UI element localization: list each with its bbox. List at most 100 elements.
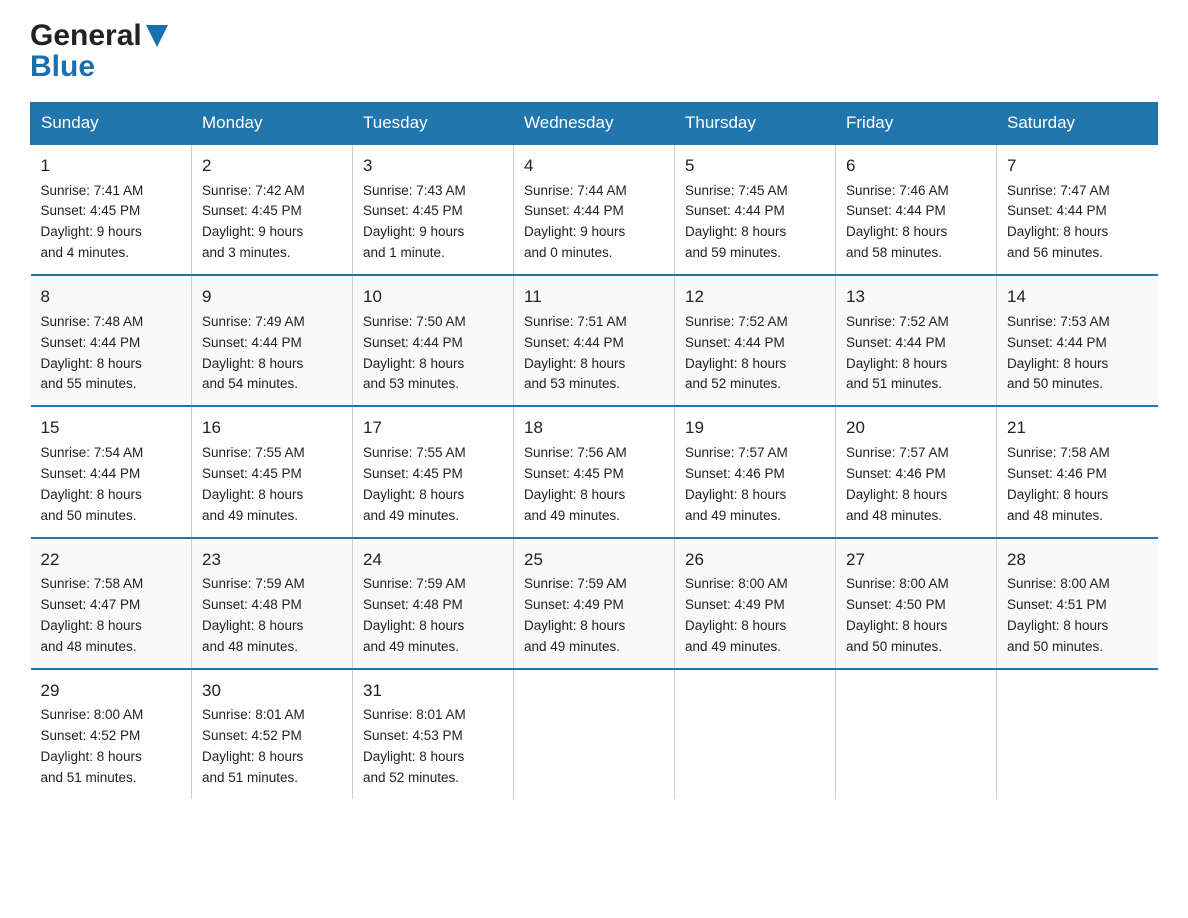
- calendar-week-row: 1 Sunrise: 7:41 AMSunset: 4:45 PMDayligh…: [31, 144, 1158, 275]
- day-info: Sunrise: 7:54 AMSunset: 4:44 PMDaylight:…: [41, 443, 182, 527]
- calendar-cell: 24 Sunrise: 7:59 AMSunset: 4:48 PMDaylig…: [353, 538, 514, 669]
- calendar-cell: 15 Sunrise: 7:54 AMSunset: 4:44 PMDaylig…: [31, 406, 192, 537]
- day-info: Sunrise: 7:57 AMSunset: 4:46 PMDaylight:…: [846, 443, 986, 527]
- day-info: Sunrise: 7:58 AMSunset: 4:47 PMDaylight:…: [41, 574, 182, 658]
- day-number: 15: [41, 415, 182, 441]
- day-number: 28: [1007, 547, 1148, 573]
- calendar-cell: 21 Sunrise: 7:58 AMSunset: 4:46 PMDaylig…: [997, 406, 1158, 537]
- day-info: Sunrise: 7:44 AMSunset: 4:44 PMDaylight:…: [524, 181, 664, 265]
- day-info: Sunrise: 7:53 AMSunset: 4:44 PMDaylight:…: [1007, 312, 1148, 396]
- calendar-cell: 2 Sunrise: 7:42 AMSunset: 4:45 PMDayligh…: [192, 144, 353, 275]
- day-number: 18: [524, 415, 664, 441]
- day-number: 7: [1007, 153, 1148, 179]
- day-number: 10: [363, 284, 503, 310]
- day-number: 16: [202, 415, 342, 441]
- calendar-cell: 26 Sunrise: 8:00 AMSunset: 4:49 PMDaylig…: [675, 538, 836, 669]
- day-info: Sunrise: 7:46 AMSunset: 4:44 PMDaylight:…: [846, 181, 986, 265]
- day-info: Sunrise: 7:47 AMSunset: 4:44 PMDaylight:…: [1007, 181, 1148, 265]
- weekday-header: Friday: [836, 103, 997, 145]
- calendar-cell: 19 Sunrise: 7:57 AMSunset: 4:46 PMDaylig…: [675, 406, 836, 537]
- weekday-header-row: SundayMondayTuesdayWednesdayThursdayFrid…: [31, 103, 1158, 145]
- day-number: 5: [685, 153, 825, 179]
- calendar-week-row: 8 Sunrise: 7:48 AMSunset: 4:44 PMDayligh…: [31, 275, 1158, 406]
- day-info: Sunrise: 7:52 AMSunset: 4:44 PMDaylight:…: [846, 312, 986, 396]
- calendar-cell: 17 Sunrise: 7:55 AMSunset: 4:45 PMDaylig…: [353, 406, 514, 537]
- day-info: Sunrise: 8:00 AMSunset: 4:51 PMDaylight:…: [1007, 574, 1148, 658]
- day-info: Sunrise: 7:58 AMSunset: 4:46 PMDaylight:…: [1007, 443, 1148, 527]
- day-number: 23: [202, 547, 342, 573]
- weekday-header: Saturday: [997, 103, 1158, 145]
- day-info: Sunrise: 7:51 AMSunset: 4:44 PMDaylight:…: [524, 312, 664, 396]
- logo-general-text: General: [30, 21, 142, 51]
- logo-blue-text: Blue: [30, 50, 95, 83]
- day-info: Sunrise: 7:48 AMSunset: 4:44 PMDaylight:…: [41, 312, 182, 396]
- day-number: 27: [846, 547, 986, 573]
- calendar-cell: 31 Sunrise: 8:01 AMSunset: 4:53 PMDaylig…: [353, 669, 514, 799]
- calendar-cell: 14 Sunrise: 7:53 AMSunset: 4:44 PMDaylig…: [997, 275, 1158, 406]
- calendar-cell: 12 Sunrise: 7:52 AMSunset: 4:44 PMDaylig…: [675, 275, 836, 406]
- day-number: 8: [41, 284, 182, 310]
- day-info: Sunrise: 7:41 AMSunset: 4:45 PMDaylight:…: [41, 181, 182, 265]
- day-info: Sunrise: 8:00 AMSunset: 4:52 PMDaylight:…: [41, 705, 182, 789]
- calendar-table: SundayMondayTuesdayWednesdayThursdayFrid…: [30, 102, 1158, 799]
- day-number: 19: [685, 415, 825, 441]
- logo-triangle-icon: [146, 24, 168, 52]
- day-number: 21: [1007, 415, 1148, 441]
- day-info: Sunrise: 7:49 AMSunset: 4:44 PMDaylight:…: [202, 312, 342, 396]
- day-info: Sunrise: 7:55 AMSunset: 4:45 PMDaylight:…: [363, 443, 503, 527]
- day-number: 12: [685, 284, 825, 310]
- day-info: Sunrise: 7:55 AMSunset: 4:45 PMDaylight:…: [202, 443, 342, 527]
- calendar-cell: 25 Sunrise: 7:59 AMSunset: 4:49 PMDaylig…: [514, 538, 675, 669]
- day-number: 11: [524, 284, 664, 310]
- day-number: 9: [202, 284, 342, 310]
- logo: General Blue: [30, 20, 168, 82]
- calendar-cell: 16 Sunrise: 7:55 AMSunset: 4:45 PMDaylig…: [192, 406, 353, 537]
- calendar-cell: 23 Sunrise: 7:59 AMSunset: 4:48 PMDaylig…: [192, 538, 353, 669]
- calendar-cell: 11 Sunrise: 7:51 AMSunset: 4:44 PMDaylig…: [514, 275, 675, 406]
- day-number: 2: [202, 153, 342, 179]
- day-info: Sunrise: 8:01 AMSunset: 4:52 PMDaylight:…: [202, 705, 342, 789]
- calendar-week-row: 22 Sunrise: 7:58 AMSunset: 4:47 PMDaylig…: [31, 538, 1158, 669]
- calendar-cell: 5 Sunrise: 7:45 AMSunset: 4:44 PMDayligh…: [675, 144, 836, 275]
- calendar-cell: 18 Sunrise: 7:56 AMSunset: 4:45 PMDaylig…: [514, 406, 675, 537]
- day-number: 26: [685, 547, 825, 573]
- calendar-week-row: 15 Sunrise: 7:54 AMSunset: 4:44 PMDaylig…: [31, 406, 1158, 537]
- day-number: 3: [363, 153, 503, 179]
- day-info: Sunrise: 8:00 AMSunset: 4:49 PMDaylight:…: [685, 574, 825, 658]
- calendar-cell: [514, 669, 675, 799]
- day-info: Sunrise: 7:52 AMSunset: 4:44 PMDaylight:…: [685, 312, 825, 396]
- calendar-cell: 1 Sunrise: 7:41 AMSunset: 4:45 PMDayligh…: [31, 144, 192, 275]
- day-info: Sunrise: 7:42 AMSunset: 4:45 PMDaylight:…: [202, 181, 342, 265]
- weekday-header: Monday: [192, 103, 353, 145]
- day-number: 13: [846, 284, 986, 310]
- calendar-cell: 27 Sunrise: 8:00 AMSunset: 4:50 PMDaylig…: [836, 538, 997, 669]
- calendar-cell: 3 Sunrise: 7:43 AMSunset: 4:45 PMDayligh…: [353, 144, 514, 275]
- day-number: 14: [1007, 284, 1148, 310]
- day-number: 22: [41, 547, 182, 573]
- calendar-cell: 10 Sunrise: 7:50 AMSunset: 4:44 PMDaylig…: [353, 275, 514, 406]
- weekday-header: Thursday: [675, 103, 836, 145]
- day-number: 24: [363, 547, 503, 573]
- calendar-cell: [836, 669, 997, 799]
- calendar-cell: 13 Sunrise: 7:52 AMSunset: 4:44 PMDaylig…: [836, 275, 997, 406]
- calendar-cell: 9 Sunrise: 7:49 AMSunset: 4:44 PMDayligh…: [192, 275, 353, 406]
- calendar-cell: [675, 669, 836, 799]
- calendar-cell: [997, 669, 1158, 799]
- weekday-header: Tuesday: [353, 103, 514, 145]
- day-info: Sunrise: 7:43 AMSunset: 4:45 PMDaylight:…: [363, 181, 503, 265]
- calendar-cell: 6 Sunrise: 7:46 AMSunset: 4:44 PMDayligh…: [836, 144, 997, 275]
- day-number: 31: [363, 678, 503, 704]
- day-number: 1: [41, 153, 182, 179]
- calendar-cell: 20 Sunrise: 7:57 AMSunset: 4:46 PMDaylig…: [836, 406, 997, 537]
- day-number: 20: [846, 415, 986, 441]
- day-number: 29: [41, 678, 182, 704]
- day-number: 6: [846, 153, 986, 179]
- day-info: Sunrise: 7:50 AMSunset: 4:44 PMDaylight:…: [363, 312, 503, 396]
- day-info: Sunrise: 7:57 AMSunset: 4:46 PMDaylight:…: [685, 443, 825, 527]
- calendar-cell: 7 Sunrise: 7:47 AMSunset: 4:44 PMDayligh…: [997, 144, 1158, 275]
- day-info: Sunrise: 7:59 AMSunset: 4:48 PMDaylight:…: [363, 574, 503, 658]
- day-info: Sunrise: 7:56 AMSunset: 4:45 PMDaylight:…: [524, 443, 664, 527]
- day-number: 25: [524, 547, 664, 573]
- calendar-cell: 8 Sunrise: 7:48 AMSunset: 4:44 PMDayligh…: [31, 275, 192, 406]
- day-info: Sunrise: 7:59 AMSunset: 4:48 PMDaylight:…: [202, 574, 342, 658]
